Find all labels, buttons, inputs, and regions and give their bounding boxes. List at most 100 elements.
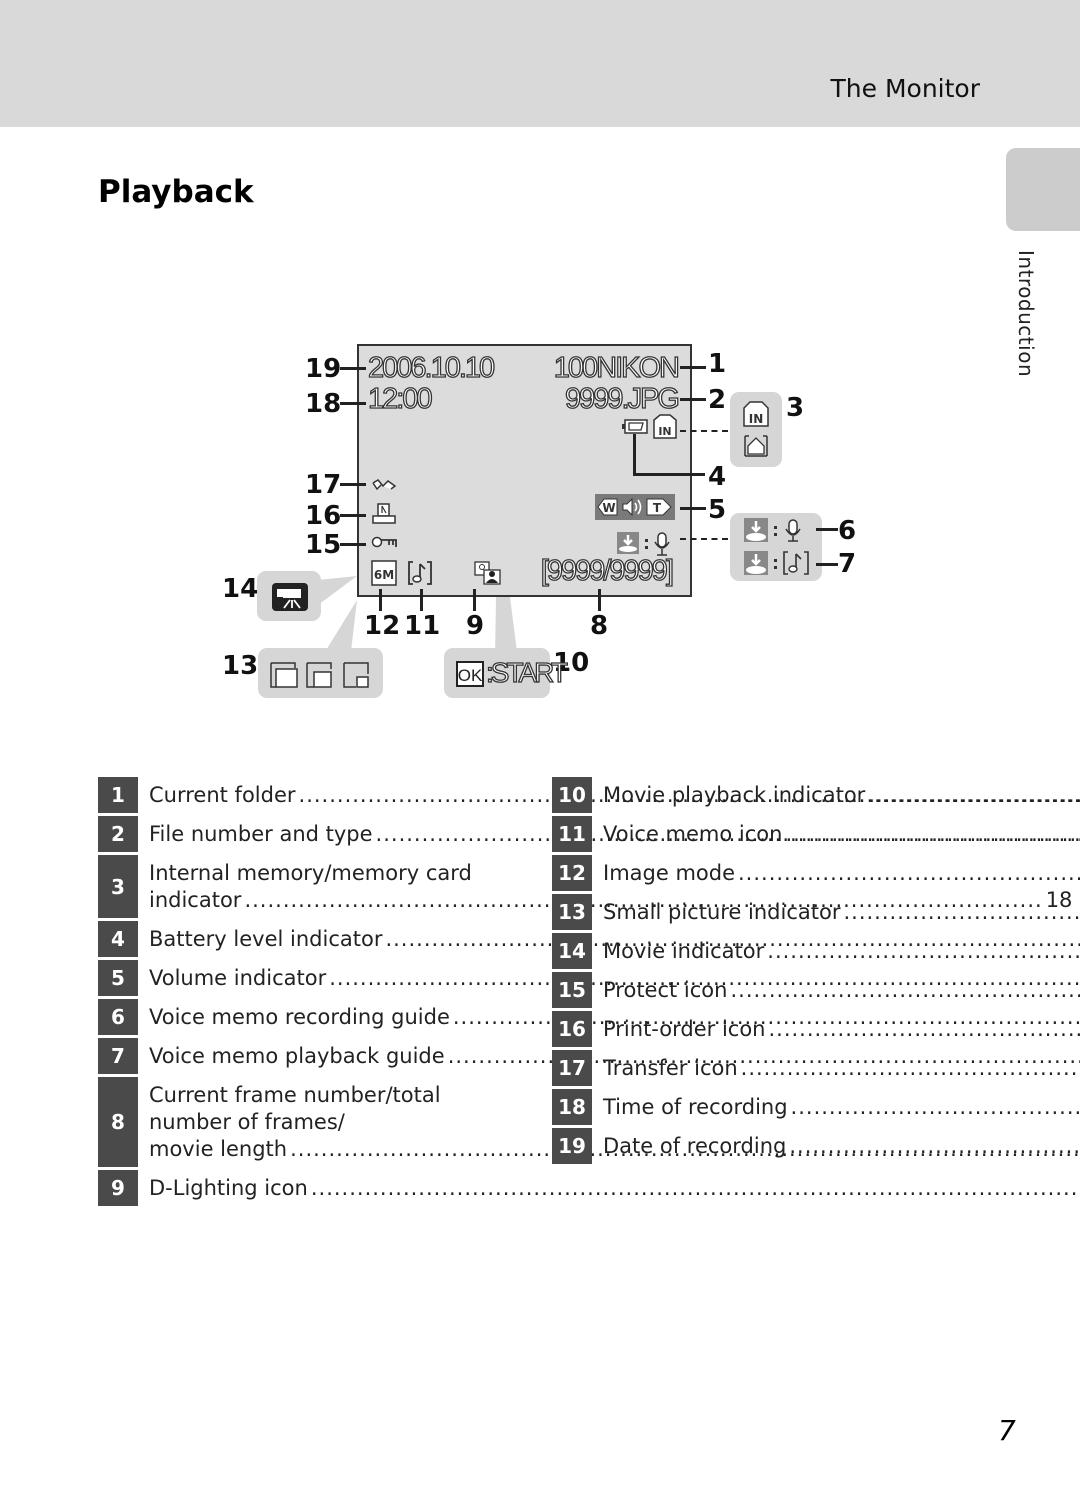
legend-item: 1Current folder110	[98, 777, 514, 813]
legend-right: 10Movie playback indicator5811 Voice memo…	[552, 777, 968, 1167]
legend-item: 7Voice memo playback guide52	[98, 1038, 514, 1074]
d-lighting-icon	[474, 561, 501, 585]
callout-16: 16	[305, 501, 342, 531]
legend-item: 19Date of recording16	[552, 1128, 968, 1164]
legend-item-number: 5	[98, 960, 138, 996]
legend-item-label: Voice memo playback guide	[149, 1044, 445, 1068]
legend-item-text: Protect icon91	[592, 972, 1080, 1008]
callout-3: 3	[786, 393, 805, 423]
monitor-diagram: 2006.10.10 12:00 100NIKON 9999.JPG [9999…	[0, 0, 1080, 760]
callout-12: 12	[364, 611, 401, 641]
date-of-recording: 2006.10.10	[367, 352, 495, 384]
legend-item-label: Image mode	[603, 861, 735, 885]
svg-text:IN: IN	[658, 425, 671, 438]
legend-item-label: Current folder	[149, 783, 296, 807]
voice-memo-guide-icons	[744, 518, 809, 575]
legend-item-label: Time of recording	[603, 1095, 788, 1119]
legend-item-text: Date of recording16	[592, 1128, 1080, 1164]
callout-6: 6	[838, 516, 857, 546]
legend-item-label: indicator	[149, 888, 242, 912]
legend-item-number: 17	[552, 1050, 592, 1086]
legend-item: 13Small picture indicator51	[552, 894, 968, 930]
legend-item: 15Protect icon91	[552, 972, 968, 1008]
legend-item-number: 2	[98, 816, 138, 852]
protect-icon	[371, 536, 397, 548]
leader-line-11	[420, 589, 423, 611]
internal-memory-icon: IN	[653, 414, 677, 439]
legend-item-label: Voice memo recording guide	[149, 1005, 450, 1029]
legend-item-number: 19	[552, 1128, 592, 1164]
legend-item-text: Movie playback indicator58	[592, 777, 1080, 813]
legend-item-number: 18	[552, 1089, 592, 1125]
leader-dots	[791, 1094, 1080, 1121]
legend-item-label: Volume indicator	[149, 966, 327, 990]
legend-item: 10Movie playback indicator58	[552, 777, 968, 813]
svg-text:T: T	[653, 501, 662, 515]
legend-item-label: Voice memo icon	[603, 822, 783, 846]
frame-counter: [9999/9999]	[540, 555, 675, 587]
legend-item-label: Battery level indicator	[149, 927, 383, 951]
leader-line-17	[340, 483, 366, 486]
ok-button-icon: OK	[456, 661, 484, 687]
leader-line-8	[598, 589, 601, 611]
legend-item-number: 16	[552, 1011, 592, 1047]
legend-item-text: Time of recording16	[592, 1089, 1080, 1125]
callout-9: 9	[466, 611, 485, 641]
legend-item: 17Transfer icon67, 92	[552, 1050, 968, 1086]
callout-14: 14	[222, 574, 259, 604]
legend-item-label: File number and type	[149, 822, 373, 846]
leader-line-voice-guide	[680, 538, 728, 540]
leader-line-4	[633, 473, 705, 476]
legend-item-number: 7	[98, 1038, 138, 1074]
volume-icon: W T	[597, 497, 672, 517]
svg-text:W: W	[602, 501, 615, 515]
file-number: 9999.JPG	[564, 383, 680, 415]
movie-indicator-icon	[272, 583, 308, 611]
legend-item-number: 13	[552, 894, 592, 930]
legend-item-number: 8	[98, 1077, 138, 1167]
leader-line-7	[816, 563, 838, 566]
legend-item: 3Internal memory/memory cardindicator18	[98, 855, 1072, 918]
legend-item: 5Volume indicator52, 58	[98, 960, 514, 996]
callout-1: 1	[708, 349, 727, 379]
legend-item-text: Image mode77	[592, 855, 1080, 891]
callout-18: 18	[305, 389, 342, 419]
legend-left: 1Current folder1102File number and type1…	[98, 777, 1072, 1209]
leader-line-9	[473, 589, 476, 611]
legend-item-label: Movie indicator	[603, 939, 765, 963]
leader-line-4-vertical	[633, 434, 636, 474]
callout-4: 4	[708, 462, 727, 492]
legend-item: 16Print-order icon74	[552, 1011, 968, 1047]
leader-line-19	[340, 367, 366, 370]
leader-dots	[730, 977, 1080, 1004]
legend-item-number: 6	[98, 999, 138, 1035]
transfer-icon	[372, 479, 397, 491]
callout-7: 7	[838, 549, 857, 579]
callout-13: 13	[222, 651, 259, 681]
memory-card-icons: IN	[743, 401, 769, 457]
legend-item-label: D-Lighting icon	[149, 1176, 308, 1200]
volume-indicator: W T	[595, 494, 675, 520]
svg-text:OK: OK	[458, 666, 483, 685]
legend-item-number: 10	[552, 777, 592, 813]
legend-item-text: Voice memo icon52	[592, 816, 1080, 852]
callout-11: 11	[404, 611, 441, 641]
legend-item-label: Small picture indicator	[603, 900, 841, 924]
legend-item-number: 11	[552, 816, 592, 852]
legend-item-number: 1	[98, 777, 138, 813]
legend-item: 14Movie indicator58	[552, 933, 968, 969]
image-mode-icon: 6M	[371, 560, 397, 586]
legend-item-text: Small picture indicator51	[592, 894, 1080, 930]
leader-line-3	[680, 430, 728, 432]
leader-line-16	[340, 514, 366, 517]
leader-dots	[868, 782, 1080, 809]
leader-line-2	[680, 398, 706, 401]
print-order-icon	[372, 503, 396, 524]
legend-item-number: 12	[552, 855, 592, 891]
leader-dots	[767, 938, 1080, 965]
legend-item: 4Battery level indicator20	[98, 921, 514, 957]
callout-17: 17	[305, 470, 342, 500]
legend-item-text: Print-order icon74	[592, 1011, 1080, 1047]
time-of-recording: 12:00	[367, 383, 433, 415]
leader-line-18	[340, 402, 366, 405]
